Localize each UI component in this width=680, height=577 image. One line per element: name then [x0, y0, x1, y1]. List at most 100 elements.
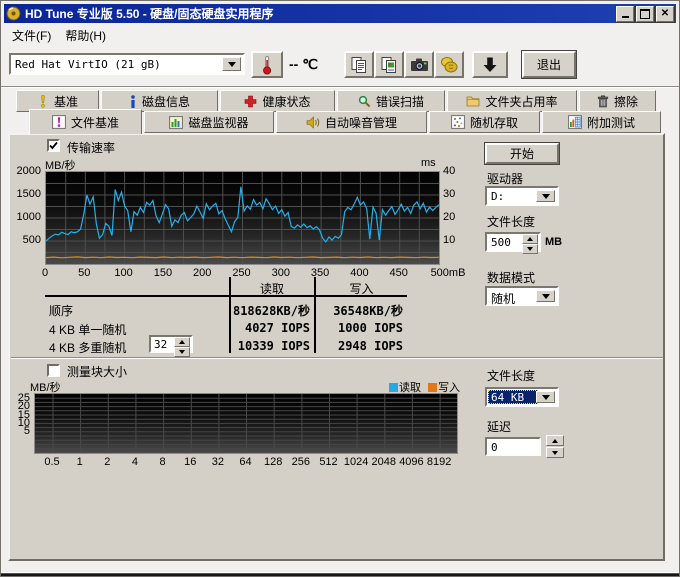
copy-text-button[interactable]: [344, 51, 374, 78]
axis-tick-label: 5: [8, 425, 30, 437]
axis-tick-label: 300: [259, 267, 303, 279]
axis-tick-label: 200: [180, 267, 224, 279]
tab-label: 健康状态: [262, 93, 310, 110]
table-header-read: 读取: [230, 280, 314, 297]
coins-icon: [440, 56, 459, 74]
axis-tick-label: 450: [377, 267, 421, 279]
tab-aam[interactable]: 自动噪音管理: [276, 111, 427, 133]
spin-up-button[interactable]: [174, 337, 190, 347]
arrow-up-icon: [179, 340, 185, 344]
axis-tick-label: 500mB: [426, 267, 470, 279]
tab-random-access[interactable]: 随机存取: [429, 111, 540, 133]
queue-depth-value: 32: [154, 338, 167, 351]
queue-depth-spin-buttons: [174, 337, 190, 357]
delay-spin-down-button[interactable]: [546, 447, 564, 458]
axis-tick-label: 150: [141, 267, 185, 279]
delay-label: 延迟: [487, 418, 511, 435]
health-cross-icon: [244, 95, 257, 108]
table-cell-read: 4027 IOPS: [230, 321, 310, 335]
app-icon: [6, 6, 21, 21]
spin-up-button[interactable]: [522, 234, 538, 244]
table-header-write: 写入: [316, 280, 407, 297]
drive-select[interactable]: D:: [485, 186, 559, 206]
register-button[interactable]: [434, 51, 464, 78]
y-right-axis-unit: ms: [421, 157, 436, 169]
table-cell-write: 36548KB/秒: [316, 302, 403, 319]
title-bar[interactable]: HD Tune 专业版 5.50 - 硬盘/固态硬盘实用程序 ✕: [4, 4, 676, 23]
bar-chart-icon: [169, 116, 183, 129]
tab-health[interactable]: 健康状态: [220, 90, 335, 112]
spin-down-button[interactable]: [174, 347, 190, 357]
table-cell-read: 818628KB/秒: [230, 302, 310, 319]
tab-label: 错误扫描: [376, 93, 424, 110]
arrow-down-icon: [527, 247, 533, 251]
delay-input[interactable]: 0: [485, 437, 541, 456]
tab-file-benchmark[interactable]: 文件基准: [29, 109, 142, 134]
screenshot-button[interactable]: [404, 51, 434, 78]
file-length-spinbox[interactable]: 500: [485, 232, 541, 252]
axis-tick-label: 250: [220, 267, 264, 279]
start-button[interactable]: 开始: [485, 143, 559, 164]
close-button[interactable]: ✕: [656, 6, 674, 22]
delay-spin-up-button[interactable]: [546, 435, 564, 446]
drive-combobox-arrow[interactable]: [222, 57, 241, 71]
tab-label: 基准: [54, 93, 78, 110]
arrow-up-icon: [527, 237, 533, 241]
temperature-value: --: [289, 56, 298, 72]
spin-down-button[interactable]: [522, 244, 538, 254]
transfer-rate-checkbox-label: 传输速率: [67, 139, 115, 156]
axis-tick-label: 1000: [5, 211, 41, 223]
temperature-button[interactable]: [251, 51, 283, 78]
axis-tick-label: 1500: [5, 188, 41, 200]
tab-extra-tests[interactable]: 附加测试: [542, 111, 661, 133]
menu-file[interactable]: 文件(F): [5, 25, 58, 46]
maximize-button[interactable]: [636, 6, 654, 22]
extra-tests-icon: [568, 115, 582, 129]
menu-help[interactable]: 帮助(H): [58, 25, 113, 46]
data-mode-value: 随机: [491, 290, 515, 307]
tab-folder-usage[interactable]: 文件夹占用率: [447, 90, 577, 112]
transfer-rate-checkbox[interactable]: [47, 139, 60, 152]
axis-tick-label: 40: [443, 165, 463, 177]
chevron-down-icon: [542, 194, 550, 199]
table-row-label: 顺序: [49, 302, 73, 319]
block-file-length-value: 64 KB: [488, 391, 524, 404]
table-cell-read: 10339 IOPS: [230, 339, 310, 353]
drive-select-arrow[interactable]: [536, 190, 555, 202]
block-file-length-arrow[interactable]: [536, 391, 555, 403]
table-row-label: 4 KB 单一随机: [49, 321, 126, 338]
minimize-button[interactable]: [616, 6, 634, 22]
axis-tick-label: 20: [443, 211, 463, 223]
block-size-checkbox[interactable]: [47, 364, 60, 377]
tab-label: 随机存取: [470, 114, 518, 131]
axis-tick-label: 350: [298, 267, 342, 279]
file-length-value: 500: [491, 236, 511, 249]
axis-tick-label: 10: [443, 234, 463, 246]
tab-erase[interactable]: 擦除: [579, 90, 656, 112]
axis-tick-label: 8192: [421, 456, 457, 468]
exclamation-yellow-icon: [37, 95, 49, 108]
axis-tick-label: 500: [5, 234, 41, 246]
save-results-button[interactable]: [472, 51, 508, 78]
random-dots-icon: [451, 115, 465, 129]
queue-depth-spinbox[interactable]: 32: [149, 335, 193, 353]
window-bottom-border: [1, 572, 679, 576]
table-cell-write: 2948 IOPS: [316, 339, 403, 353]
checkmark-icon: [49, 141, 58, 150]
chevron-down-icon: [228, 62, 236, 67]
axis-tick-label: 2000: [5, 165, 41, 177]
copy-image-button[interactable]: [374, 51, 404, 78]
drive-combobox[interactable]: Red Hat VirtIO (21 gB): [9, 53, 245, 75]
data-mode-select[interactable]: 随机: [485, 286, 559, 306]
copy-text-icon: [350, 56, 368, 74]
tab-error-scan[interactable]: 错误扫描: [337, 90, 445, 112]
block-file-length-select[interactable]: 64 KB: [485, 387, 559, 407]
tab-label: 磁盘监视器: [188, 114, 248, 131]
data-mode-select-arrow[interactable]: [536, 290, 555, 302]
tab-label: 附加测试: [587, 114, 635, 131]
maximize-icon: [640, 9, 650, 19]
axis-tick-label: 50: [62, 267, 106, 279]
tab-disk-monitor[interactable]: 磁盘监视器: [144, 111, 274, 133]
drive-combobox-value: Red Hat VirtIO (21 gB): [15, 58, 161, 71]
exit-button[interactable]: 退出: [522, 51, 576, 78]
